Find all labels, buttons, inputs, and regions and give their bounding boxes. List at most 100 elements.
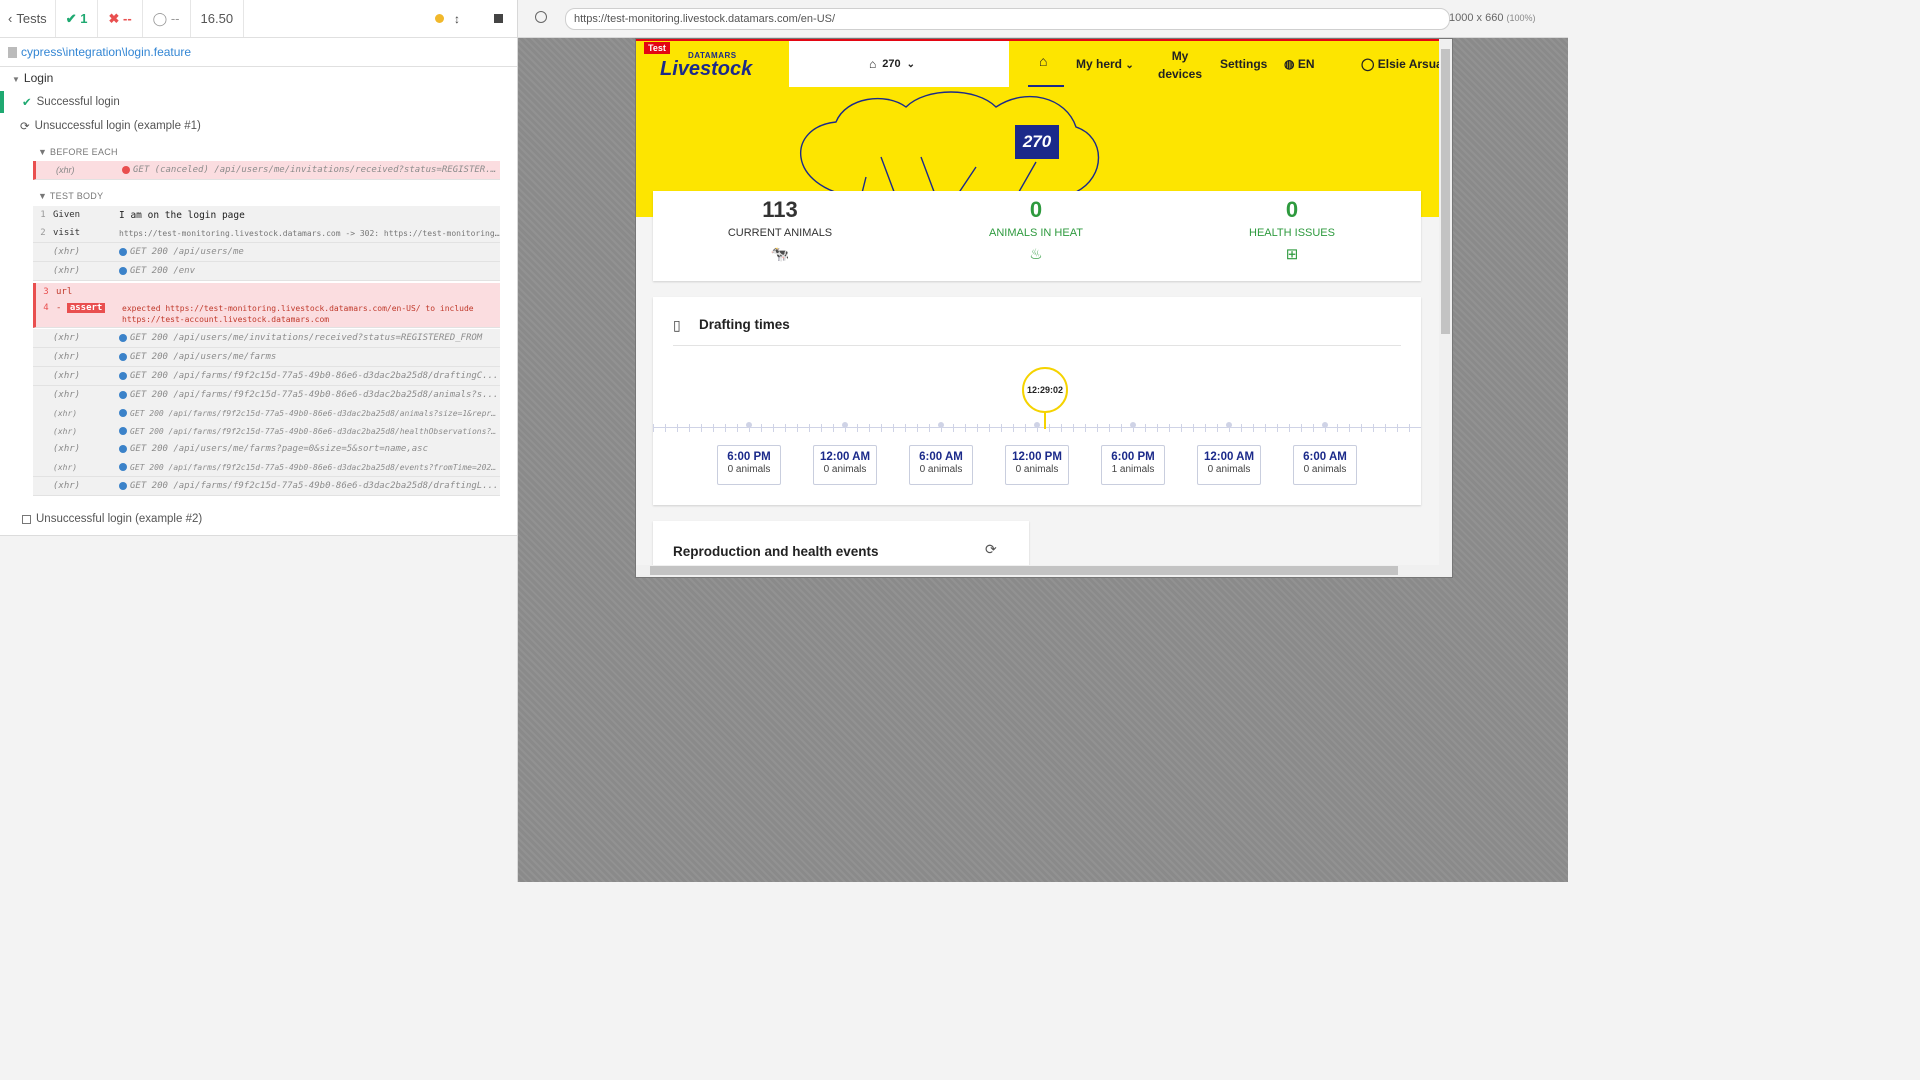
command-row[interactable]: (xhr) GET 200 /api/farms/f9f2c15d-77a5-4… bbox=[33, 404, 500, 423]
drafting-slot[interactable]: 12:00 AM 0 animals bbox=[813, 445, 877, 485]
refresh-icon[interactable]: ⟳ bbox=[985, 541, 997, 558]
back-to-tests-button[interactable]: ‹ Tests bbox=[0, 0, 56, 37]
drafting-slot[interactable]: 12:00 PM 0 animals bbox=[1005, 445, 1069, 485]
language-selector[interactable]: ◍ EN bbox=[1284, 57, 1315, 71]
command-name: (xhr) bbox=[53, 352, 81, 362]
nav-settings[interactable]: Settings bbox=[1220, 57, 1267, 71]
timeline-tick bbox=[989, 424, 990, 432]
timeline-major-tick bbox=[842, 422, 848, 428]
chevron-left-icon: ‹ bbox=[8, 11, 13, 26]
test-unsuccessful-login-1[interactable]: ⟳ Unsuccessful login (example #1) bbox=[20, 119, 201, 133]
timeline-tick bbox=[1109, 424, 1110, 432]
herd-badge: 270 bbox=[1015, 125, 1059, 159]
command-number: 2 bbox=[40, 228, 46, 238]
nav-my-devices[interactable]: My devices bbox=[1158, 47, 1202, 83]
timeline-tick bbox=[1181, 424, 1182, 432]
command-message: GET 200 /api/farms/f9f2c15d-77a5-49b0-86… bbox=[130, 426, 500, 436]
timeline-tick bbox=[1013, 424, 1014, 432]
check-icon: ✔ bbox=[22, 97, 32, 109]
command-message: GET 200 /api/farms/f9f2c15d-77a5-49b0-86… bbox=[130, 371, 499, 381]
command-name: (xhr) bbox=[53, 481, 81, 491]
timeline-tick bbox=[1193, 424, 1194, 432]
url-input[interactable]: https://test-monitoring.livestock.datama… bbox=[565, 8, 1450, 30]
drafting-slot[interactable]: 12:00 AM 0 animals bbox=[1197, 445, 1261, 485]
test-body-header[interactable]: ▼ TEST BODY bbox=[38, 191, 103, 201]
command-name: url bbox=[56, 287, 73, 297]
chevron-down-icon: ▼ bbox=[12, 75, 20, 84]
timeline-tick bbox=[1217, 424, 1218, 432]
brand-logo[interactable]: Test DATAMARS Livestock bbox=[636, 41, 789, 89]
app-navbar: Test DATAMARS Livestock ⌂ 270 ⌄ ⌂ My her… bbox=[636, 39, 1443, 89]
command-message: GET 200 /api/farms/f9f2c15d-77a5-49b0-86… bbox=[130, 390, 499, 400]
command-row[interactable]: (xhr) GET 200 /api/users/me bbox=[33, 243, 500, 262]
status-dot-icon bbox=[119, 372, 127, 380]
drafting-title: Drafting times bbox=[699, 317, 790, 332]
pass-indicator bbox=[0, 91, 4, 113]
file-icon bbox=[8, 46, 17, 58]
stat-current-animals[interactable]: 113 CURRENT ANIMALS 🐄 bbox=[680, 197, 880, 263]
command-row[interactable]: (xhr) GET 200 /api/users/me/farms bbox=[33, 348, 500, 367]
command-row[interactable]: (xhr) GET 200 /api/farms/f9f2c15d-77a5-4… bbox=[33, 422, 500, 441]
timeline-tick bbox=[1121, 424, 1122, 432]
command-name: (xhr) bbox=[53, 408, 78, 418]
drafting-slot[interactable]: 6:00 AM 0 animals bbox=[909, 445, 973, 485]
stat-animals-in-heat[interactable]: 0 ANIMALS IN HEAT ♨ bbox=[936, 197, 1136, 263]
timeline-tick bbox=[677, 424, 678, 432]
herd-selector[interactable]: ⌂ 270 ⌄ bbox=[869, 57, 915, 71]
command-row[interactable]: (xhr) GET 200 /api/users/me/farms?page=0… bbox=[33, 440, 500, 459]
horizontal-scrollbar[interactable] bbox=[636, 565, 1439, 577]
drafting-slot[interactable]: 6:00 PM 1 animals bbox=[1101, 445, 1165, 485]
command-row[interactable]: 2 visit https://test-monitoring.livestoc… bbox=[33, 224, 500, 243]
slot-animals: 0 animals bbox=[823, 464, 867, 475]
stat-health-issues[interactable]: 0 HEALTH ISSUES ⊞ bbox=[1192, 197, 1392, 263]
suite-title[interactable]: ▼ Login bbox=[12, 71, 53, 85]
home-icon[interactable]: ⌂ bbox=[1039, 53, 1047, 69]
scroll-thumb[interactable] bbox=[1441, 49, 1450, 334]
auto-scroll-toggle-icon[interactable]: ↕ bbox=[454, 12, 460, 26]
timeline-tick bbox=[1253, 424, 1254, 432]
test-successful-login[interactable]: ✔ Successful login bbox=[22, 95, 120, 109]
tests-label: Tests bbox=[16, 11, 47, 26]
timeline-tick bbox=[893, 424, 894, 432]
user-menu[interactable]: ◯ Elsie Arsua bbox=[1361, 57, 1443, 71]
drafting-slot[interactable]: 6:00 PM 0 animals bbox=[717, 445, 781, 485]
pending-count: ◯ -- bbox=[143, 0, 191, 37]
command-row[interactable]: (xhr) GET 200 /env bbox=[33, 262, 500, 281]
command-message: GET 200 /api/users/me bbox=[130, 247, 244, 257]
chevron-down-icon: ▼ bbox=[38, 147, 48, 157]
timeline-tick bbox=[1313, 424, 1314, 432]
nav-my-herd[interactable]: My herd ⌄ bbox=[1076, 57, 1134, 71]
timeline-tick bbox=[1385, 424, 1386, 432]
command-row[interactable]: (xhr) GET (canceled) /api/users/me/invit… bbox=[33, 161, 500, 180]
command-row-failed[interactable]: 3 url 4 - assert expected https://test-m… bbox=[33, 283, 500, 328]
spec-path-link[interactable]: cypress\integration\login.feature bbox=[21, 45, 191, 59]
scroll-thumb[interactable] bbox=[650, 566, 1398, 575]
timeline-tick bbox=[1049, 424, 1050, 432]
drafting-slot[interactable]: 6:00 AM 0 animals bbox=[1293, 445, 1357, 485]
command-row[interactable]: (xhr) GET 200 /api/farms/f9f2c15d-77a5-4… bbox=[33, 386, 500, 405]
globe-icon: ◍ bbox=[1284, 57, 1295, 71]
test-unsuccessful-login-2[interactable]: Unsuccessful login (example #2) bbox=[22, 513, 202, 525]
duration-value: 16.50 bbox=[200, 11, 234, 26]
command-message: GET 200 /api/users/me/farms bbox=[130, 352, 277, 362]
selector-playground-icon[interactable] bbox=[535, 11, 547, 23]
before-each-header[interactable]: ▼ BEFORE EACH bbox=[38, 147, 118, 157]
timeline-tick bbox=[809, 424, 810, 432]
stop-button[interactable] bbox=[494, 14, 503, 23]
command-row[interactable]: (xhr) GET 200 /api/farms/f9f2c15d-77a5-4… bbox=[33, 477, 500, 496]
nav-label: My herd bbox=[1076, 57, 1123, 71]
vertical-scrollbar[interactable] bbox=[1439, 39, 1452, 577]
command-row[interactable]: (xhr) GET 200 /api/farms/f9f2c15d-77a5-4… bbox=[33, 367, 500, 386]
timeline-tick bbox=[977, 424, 978, 432]
slot-animals: 0 animals bbox=[1303, 464, 1347, 475]
timeline-major-tick bbox=[938, 422, 944, 428]
command-row[interactable]: 1 Given I am on the login page bbox=[33, 206, 500, 225]
timeline-tick bbox=[1409, 424, 1410, 432]
command-row[interactable]: (xhr) GET 200 /api/farms/f9f2c15d-77a5-4… bbox=[33, 458, 500, 477]
command-row[interactable]: (xhr) GET 200 /api/users/me/invitations/… bbox=[33, 329, 500, 348]
status-dot-icon bbox=[119, 353, 127, 361]
repro-title: Reproduction and health events bbox=[673, 544, 879, 559]
viewport-info: 1000 x 660 (100%) bbox=[1449, 12, 1536, 24]
timeline-tick bbox=[773, 424, 774, 432]
test-badge: Test bbox=[644, 42, 670, 54]
